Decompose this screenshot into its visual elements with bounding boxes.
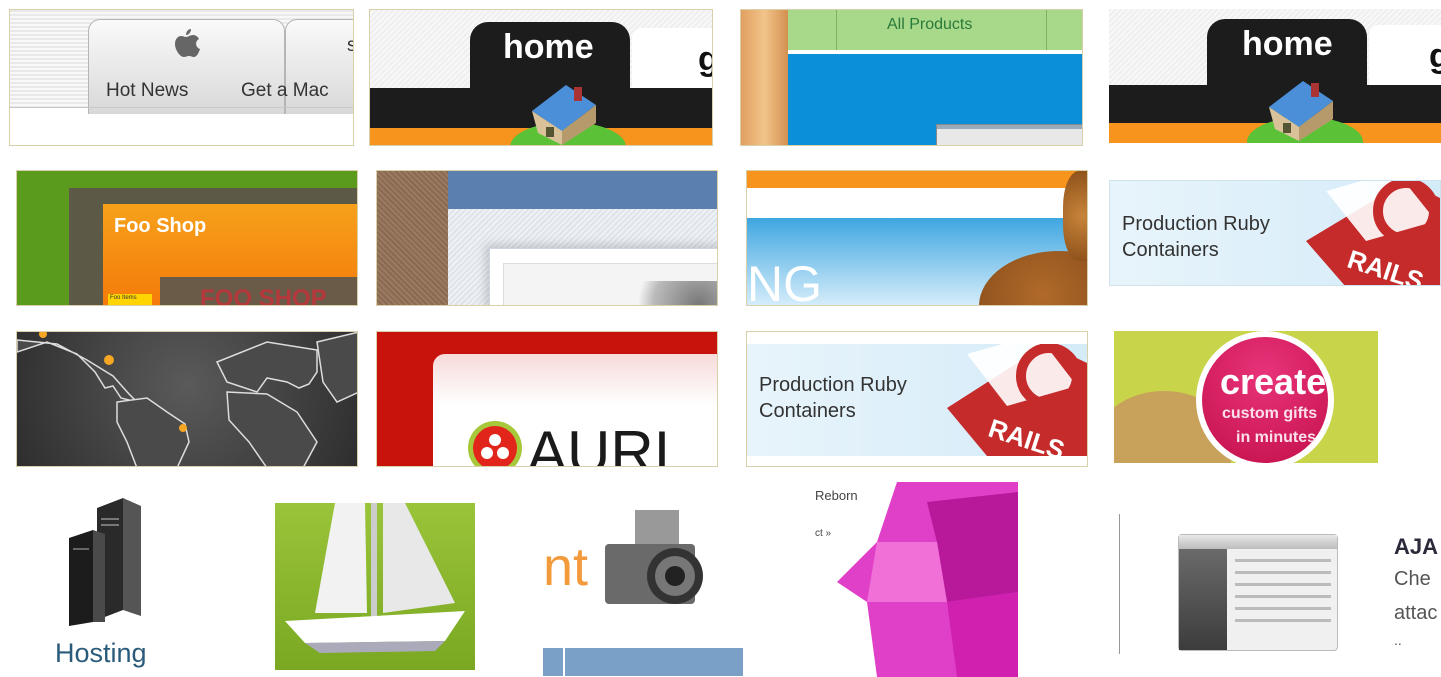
create-line3: in minutes — [1236, 429, 1317, 446]
reborn-thumbnail[interactable]: Reborn ct » — [815, 482, 1018, 677]
create-title: create — [1220, 361, 1327, 402]
orange-topbar — [747, 171, 1087, 188]
camera-icon — [605, 510, 703, 604]
aura-thumbnail[interactable]: AURI — [376, 331, 718, 467]
nav-sep-2 — [1046, 10, 1047, 50]
nav-tab-get-a-mac[interactable]: Get a Mac — [241, 80, 329, 102]
rails-line2: Containers — [1122, 239, 1219, 261]
hosting-thumbnail[interactable]: Hosting — [45, 490, 205, 675]
apple-logo-icon — [175, 29, 200, 57]
app-window-row — [1235, 607, 1331, 610]
rails-ribbon-icon: RAILS — [947, 344, 1087, 456]
camera-thumbnail[interactable]: nt — [543, 498, 743, 676]
nav-tab-hot-news[interactable]: Hot News — [106, 80, 188, 102]
world-map-icon — [17, 332, 357, 466]
aura-hex-logo-icon — [468, 421, 522, 466]
app-window-row — [1235, 619, 1331, 622]
world-map-thumbnail[interactable] — [16, 331, 358, 467]
foo-shop-thumbnail[interactable]: Foo Shop FOO SHOP Foo Items — [16, 170, 358, 306]
magenta-cross-icon — [837, 482, 1018, 677]
hosting-label: Hosting — [55, 638, 147, 668]
rails-line2: Containers — [759, 400, 856, 422]
nav-sep-1 — [836, 10, 837, 50]
rails-line1: Production Ruby — [759, 374, 907, 396]
app-window-row — [1235, 571, 1331, 574]
sailboat-icon — [285, 503, 465, 653]
banner-text-ng: NG — [747, 256, 822, 306]
mini-window-titlebar — [937, 125, 1082, 129]
nav-divider — [10, 107, 353, 108]
nav-tab-partial: s — [347, 35, 353, 57]
next-tab-label: g — [698, 40, 712, 79]
rails-line1: Production Ruby — [1122, 213, 1270, 235]
server-tower-icon — [69, 498, 141, 626]
photo-shadow — [627, 281, 717, 305]
white-band — [747, 188, 1087, 218]
app-window-icon — [1178, 534, 1338, 651]
vertical-divider — [1119, 514, 1120, 654]
create-gifts-thumbnail[interactable]: create custom gifts in minutes — [1114, 331, 1378, 463]
create-line2: custom gifts — [1222, 405, 1318, 422]
camera-bar-divider — [563, 648, 565, 676]
apple-nav-thumbnail[interactable]: Hot News Get a Mac s — [9, 9, 354, 146]
wood-sidebar — [741, 10, 788, 145]
camera-brand-text: nt — [543, 537, 589, 597]
next-tab-label: g — [1429, 37, 1441, 75]
foo-badge-label: Foo Items — [110, 295, 137, 301]
rails-containers-thumbnail-2[interactable]: Production Ruby Containers RAILS — [746, 331, 1088, 467]
home-tab-thumbnail[interactable]: home g — [369, 9, 713, 146]
all-products-thumbnail[interactable]: All Products — [740, 9, 1083, 146]
app-window-row — [1235, 559, 1331, 562]
reborn-line2[interactable]: ct » — [815, 528, 831, 539]
ajax-title[interactable]: AJA — [1394, 534, 1438, 560]
all-products-link[interactable]: All Products — [887, 16, 972, 34]
photo-frame-thumbnail[interactable] — [376, 170, 718, 306]
rails-ribbon-icon: RAILS — [1306, 181, 1440, 285]
rails-containers-thumbnail[interactable]: Production Ruby Containers RAILS — [1109, 180, 1441, 286]
house-icon — [532, 85, 596, 145]
blue-header — [448, 171, 717, 209]
brown-sidebar — [377, 171, 448, 305]
home-tab-thumbnail-2[interactable]: home g — [1109, 9, 1441, 143]
app-window-row — [1235, 583, 1331, 586]
ajax-line2: attac — [1394, 602, 1438, 624]
ajax-line3: .. — [1394, 632, 1402, 648]
foo-shop-title: Foo Shop — [114, 215, 207, 237]
house-icon — [1269, 81, 1333, 141]
camera-bottom-bar — [543, 648, 743, 676]
aura-wordmark: AURI — [527, 419, 671, 467]
home-tab-label[interactable]: home — [1242, 25, 1333, 64]
app-window-sidebar — [1179, 549, 1227, 650]
app-window-row — [1235, 595, 1331, 598]
teddy-bear-ear — [1063, 171, 1087, 261]
foo-ghost-title: FOO SHOP — [200, 285, 327, 306]
sailboat-thumbnail[interactable] — [275, 503, 475, 670]
app-window-titlebar — [1179, 535, 1337, 549]
ajax-line1: Che — [1394, 568, 1431, 590]
home-tab-label[interactable]: home — [503, 28, 594, 67]
teddy-bear-thumbnail[interactable]: NG — [746, 170, 1088, 306]
ajax-app-thumbnail[interactable]: AJA Che attac .. — [1119, 514, 1441, 654]
